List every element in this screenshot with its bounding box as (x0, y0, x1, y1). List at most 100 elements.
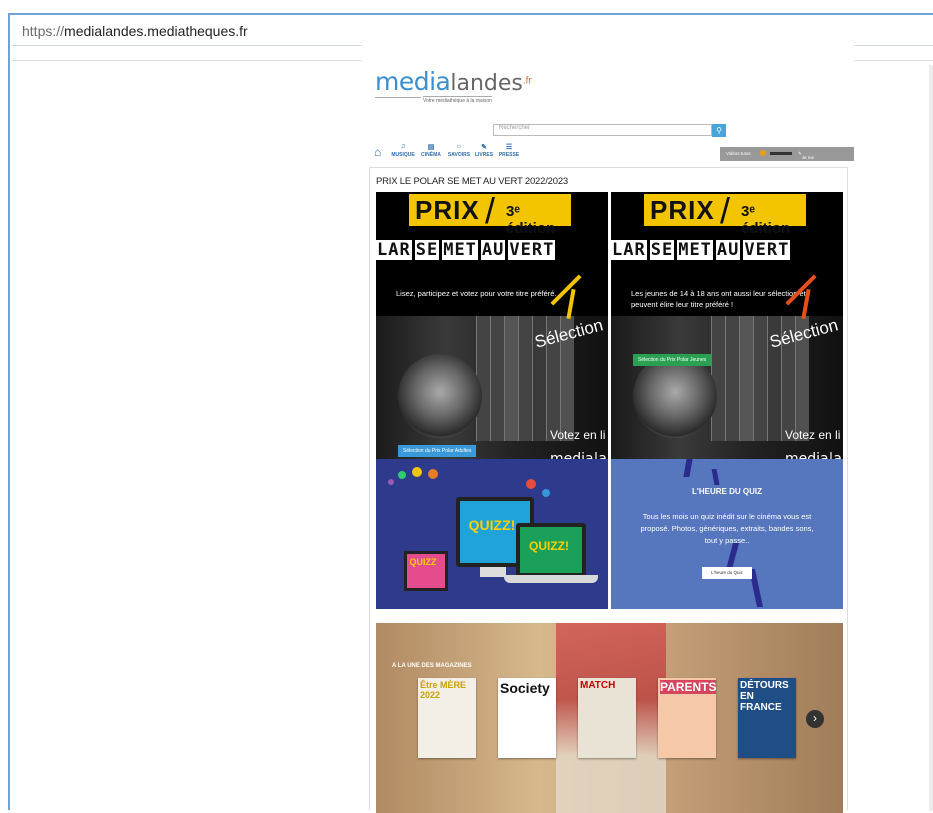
nav-item-savoirs[interactable]: ☼ SAVOIRS (446, 143, 472, 158)
login-label: Je me connecte (801, 155, 821, 165)
site-logo[interactable]: medialandes.fr Votre médiathèque à la ma… (375, 67, 575, 111)
book-icon: ✎ (481, 144, 487, 151)
dark-logo-icon (770, 152, 792, 155)
strip-word: VERT (743, 240, 791, 260)
nav-item-musique[interactable]: ♫ MUSIQUE (390, 143, 416, 158)
promo-banner-jeunes[interactable]: PRIX / 3ᵉ édition LAR SE MET AU VERT Les jeu… (611, 192, 843, 474)
slash-glyph: / (485, 192, 496, 231)
magazine-cover[interactable]: Être MÈRE 2022 (418, 678, 476, 758)
strip-word: VERT (508, 240, 556, 260)
laptop-base (504, 575, 598, 583)
magazines-banner: A LA UNE DES MAGAZINES Être MÈRE 2022 So… (376, 623, 843, 813)
cover-title: DÉTOURS EN FRANCE (740, 680, 789, 713)
decor-stripe (711, 469, 720, 485)
edition-label: 3ᵉ édition (741, 203, 791, 237)
strip-word: MET (442, 240, 478, 260)
quiz-card: QUIZZ! (529, 539, 569, 553)
url-host: medialandes.mediatheques.fr (64, 23, 248, 39)
slash-glyph: / (720, 192, 731, 231)
prix-polar-jeunes-button[interactable]: Sélection du Prix Polar Jeunes (633, 354, 712, 366)
votez-label: Votez en li (785, 428, 841, 442)
nav-label: LIVRES (474, 152, 494, 158)
promo-description: Les jeunes de 14 à 18 ans ont aussi leur… (631, 289, 806, 309)
magazine-cover[interactable]: Society (498, 678, 556, 758)
logo-media: media (375, 67, 451, 96)
strip-word: LAR (611, 240, 647, 260)
nav-item-cinema[interactable]: ▤ CINÉMA (418, 143, 444, 158)
home-icon[interactable]: ⌂ (374, 145, 381, 159)
cover-title: PARENTS (660, 680, 716, 694)
prix-banner: PRIX / 3ᵉ édition (644, 192, 806, 237)
nav-label: SAVOIRS (447, 152, 471, 158)
search-input[interactable]: Rechercher (493, 124, 712, 136)
strip-word: AU (480, 240, 506, 260)
url-scheme: https:// (22, 23, 65, 39)
prix-banner: PRIX / 3ᵉ édition (409, 192, 571, 237)
prix-polar-adultes-button[interactable]: Sélection du Prix Polar Adultes (398, 445, 477, 457)
magazine-cover[interactable]: MATCH (578, 678, 636, 758)
scrollbar[interactable] (929, 65, 933, 811)
heure-du-quiz-button[interactable]: L'heure du Quiz (702, 567, 752, 579)
knowledge-icon: ☼ (455, 143, 463, 150)
login-link[interactable]: ✎ Je me connecte (798, 151, 820, 165)
prix-label: PRIX (650, 195, 715, 225)
quiz-illustration-tile[interactable]: QUIZZ QUIZZ! QUIZZ! (376, 459, 608, 609)
chevron-right-icon: › (813, 711, 817, 725)
carousel-next-button[interactable]: › (806, 710, 824, 728)
polar-strip: LAR SE MET AU VERT (376, 240, 608, 264)
dot-icon (526, 479, 536, 489)
globe-icon (760, 150, 766, 156)
quiz-info-tile[interactable]: L'HEURE DU QUIZ Tous les mois un quiz in… (611, 459, 843, 609)
music-icon: ♫ (400, 143, 406, 150)
address-bar[interactable]: https://medialandes.mediatheques.fr (12, 17, 933, 46)
press-icon: ☰ (505, 144, 513, 151)
quiz-title: L'HEURE DU QUIZ (692, 487, 762, 496)
logo-fr: .fr (522, 75, 532, 87)
dot-icon (388, 479, 394, 485)
dot-icon (542, 489, 550, 497)
promo-description: Lisez, participez et votez pour votre ti… (396, 289, 557, 298)
strip-word: SE (649, 240, 675, 260)
magazine-cover[interactable]: PARENTS (658, 678, 716, 758)
nav-label: MUSIQUE (391, 152, 415, 158)
magazines-title: A LA UNE DES MAGAZINES (392, 663, 472, 669)
dot-icon (428, 469, 438, 479)
url-text[interactable]: https://medialandes.mediatheques.fr (22, 23, 248, 39)
monitor-stand (480, 567, 506, 577)
strip-word: SE (414, 240, 440, 260)
dot-icon (412, 467, 422, 477)
dot-icon (398, 471, 406, 479)
quiz-card: QUIZZ (409, 557, 437, 567)
cover-title: Society (500, 680, 550, 696)
quiz-text: Tous les mois un quiz inédit sur le ciné… (640, 512, 814, 545)
search-button[interactable]: ⚲ (712, 124, 726, 137)
magnifier-eye-image (398, 354, 482, 438)
cover-title: Être MÈRE 2022 (420, 680, 467, 700)
website: medialandes.fr Votre médiathèque à la ma… (362, 45, 854, 813)
magnifier-eye-image (633, 354, 717, 438)
film-icon: ▤ (427, 144, 435, 151)
cover-title: MATCH (580, 680, 616, 691)
nav-label: CINÉMA (421, 152, 441, 158)
login-bar: Vidéos tutos ✎ Je me connecte (720, 147, 854, 165)
logo-rule (375, 97, 421, 98)
votez-label: Votez en li (550, 428, 606, 442)
logo-tagline: Votre médiathèque à la maison (423, 96, 492, 104)
edition-label: 3ᵉ édition (506, 203, 556, 237)
section-title: PRIX LE POLAR SE MET AU VERT 2022/2023 (376, 176, 569, 187)
promo-banner-adultes[interactable]: PRIX / 3ᵉ édition LAR SE MET AU VERT Lisez, … (376, 192, 608, 474)
magazine-cover[interactable]: DÉTOURS EN FRANCE (738, 678, 796, 758)
strip-word: MET (677, 240, 713, 260)
quiz-card: QUIZZ! (468, 517, 516, 533)
nav-item-presse[interactable]: ☰ PRESSE (496, 143, 522, 158)
strip-word: AU (715, 240, 741, 260)
decor-stripe (683, 459, 693, 477)
nav-item-livres[interactable]: ✎ LIVRES (471, 143, 497, 158)
tutos-link[interactable]: Vidéos tutos (726, 151, 751, 156)
prix-label: PRIX (415, 195, 480, 225)
strip-word: LAR (376, 240, 412, 260)
polar-strip: LAR SE MET AU VERT (611, 240, 843, 264)
main-content: PRIX LE POLAR SE MET AU VERT 2022/2023 P… (369, 167, 848, 813)
search-icon: ⚲ (716, 126, 722, 135)
nav-label: PRESSE (498, 152, 520, 158)
